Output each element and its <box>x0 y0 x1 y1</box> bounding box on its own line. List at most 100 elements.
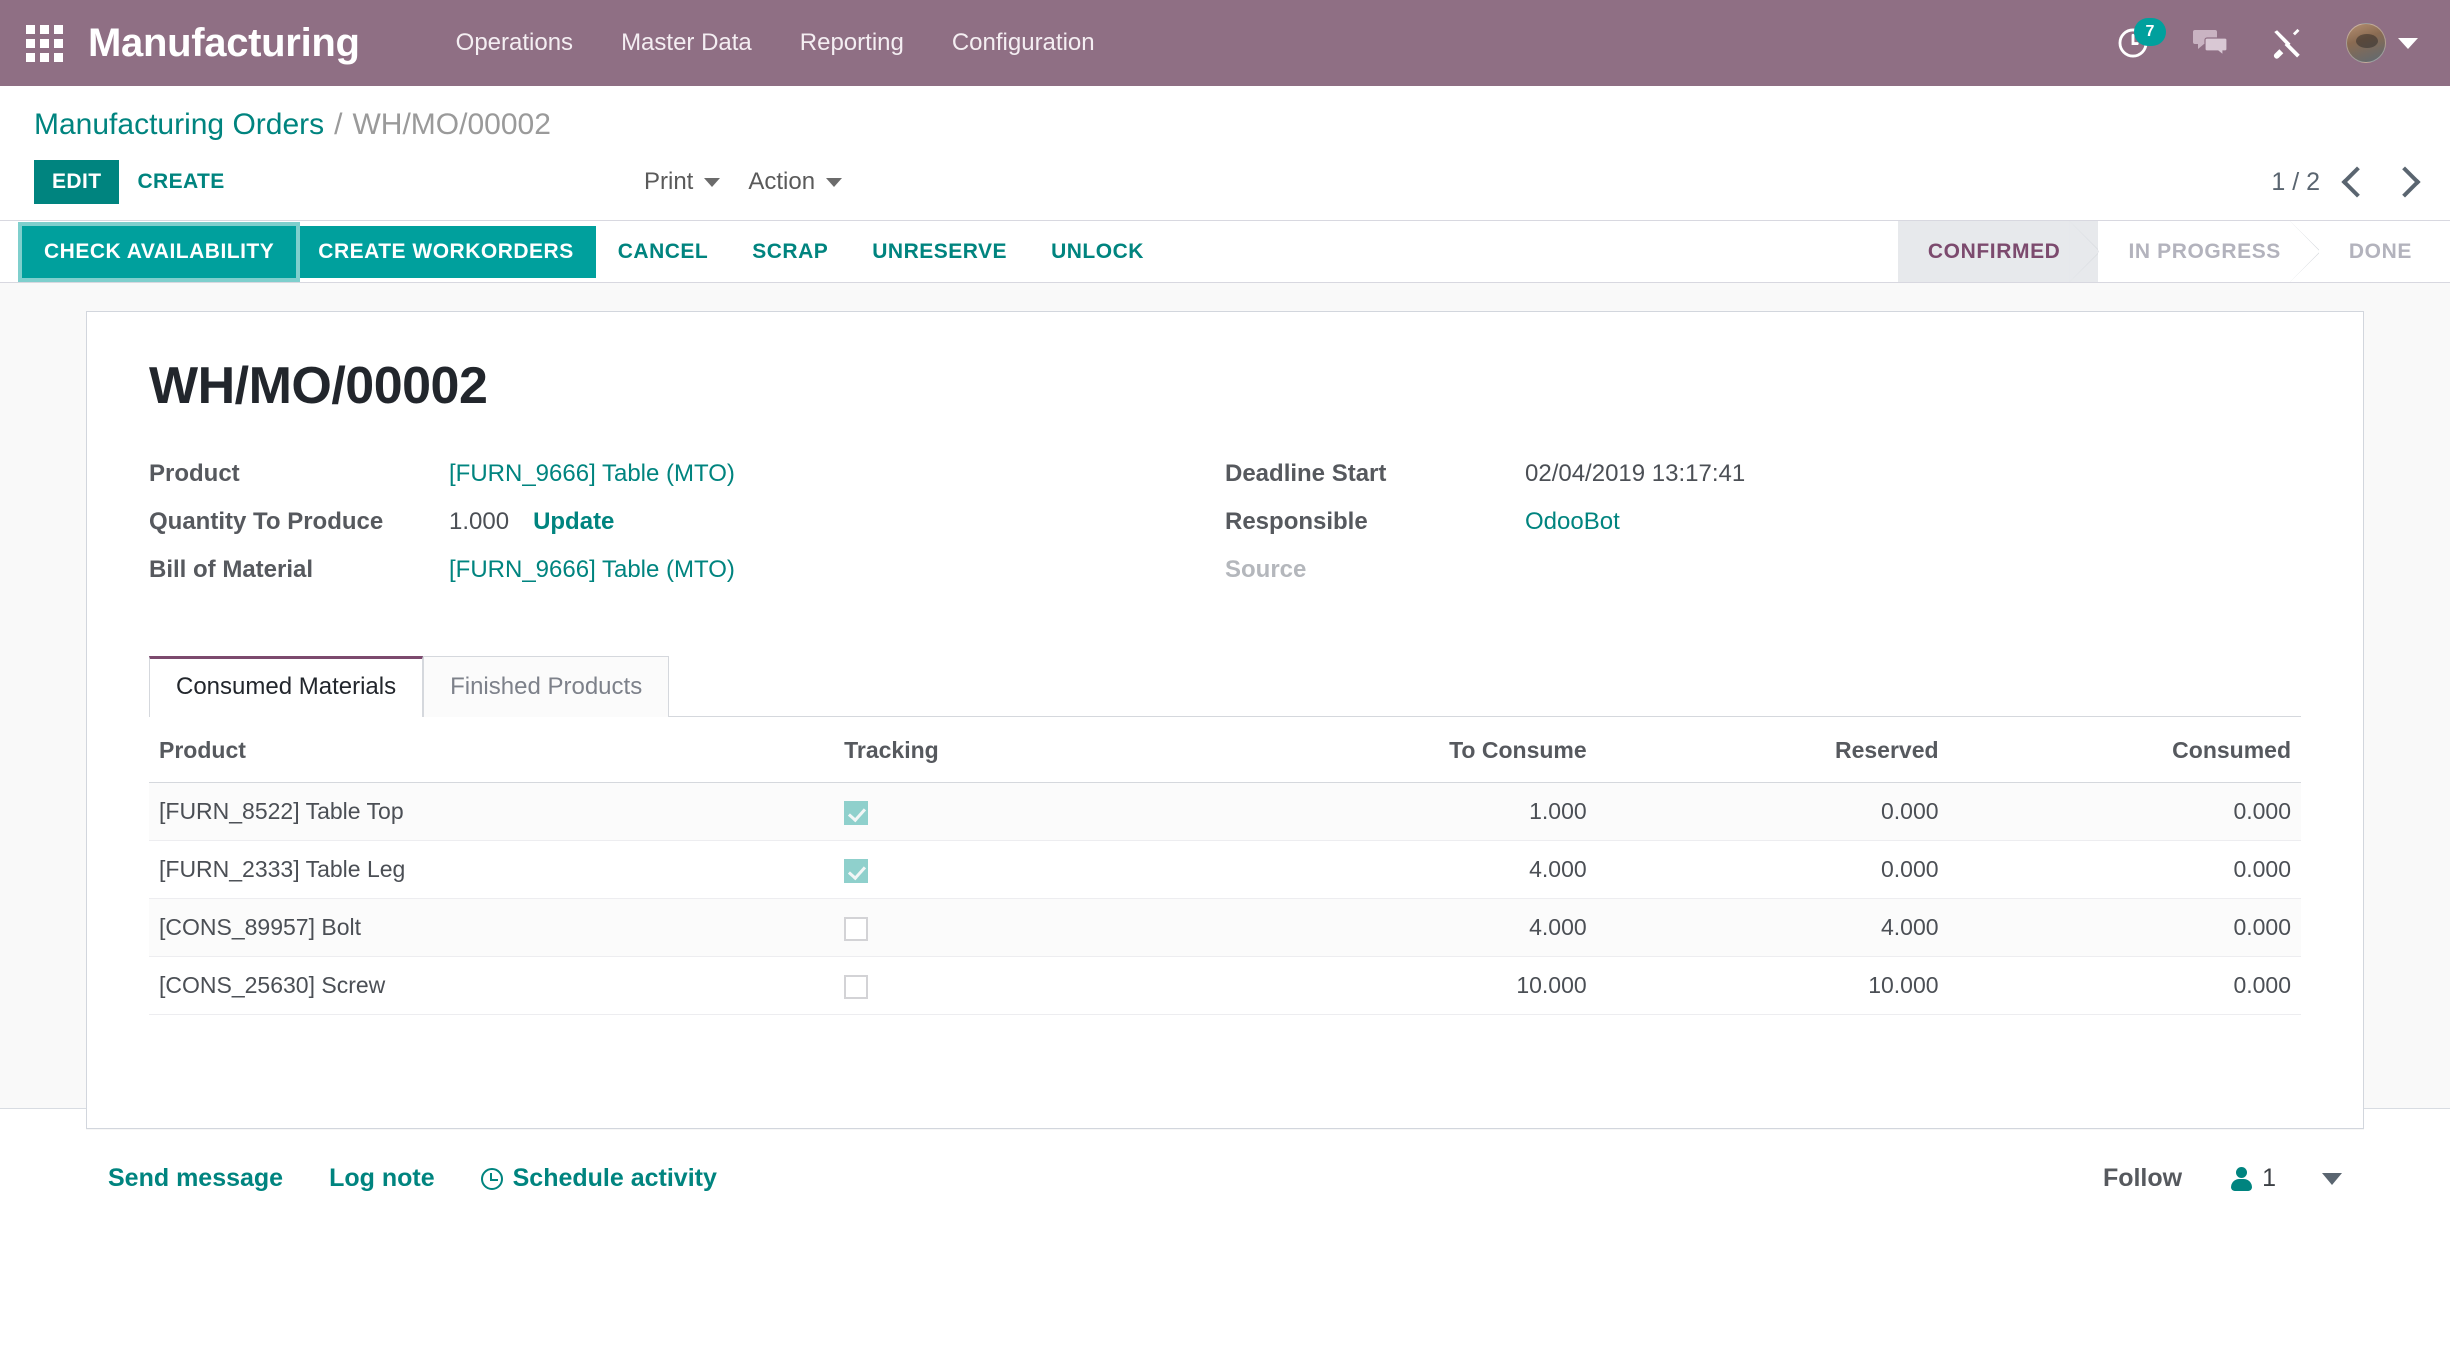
page-title: WH/MO/00002 <box>149 357 488 415</box>
edit-button[interactable]: EDIT <box>34 160 120 204</box>
field-label-bill-of-material: Bill of Material <box>149 556 314 583</box>
cell-tracking[interactable] <box>834 782 1244 841</box>
action-dropdown[interactable]: Action <box>748 168 843 196</box>
print-dropdown[interactable]: Print <box>644 168 721 196</box>
cell-product[interactable]: [FURN_8522] Table Top <box>149 782 835 841</box>
field-label-deadline-start: Deadline Start <box>1225 460 1387 487</box>
cell-tracking[interactable] <box>834 840 1244 899</box>
print-label: Print <box>644 168 694 195</box>
cell-reserved[interactable]: 10.000 <box>1596 956 1949 1015</box>
navbar-systray: 7 <box>2116 18 2424 63</box>
field-quantity-to-produce: Quantity To Produce 1.000 Update <box>149 508 1225 556</box>
table-header: Product Tracking To Consume Reserved Con… <box>149 717 2301 783</box>
breadcrumb-root-link[interactable]: Manufacturing Orders <box>34 108 324 142</box>
tracking-checkbox[interactable] <box>844 858 869 883</box>
tracking-checkbox[interactable] <box>844 800 869 825</box>
table-row[interactable]: [CONS_89957] Bolt 4.000 4.000 0.000 <box>149 898 2301 957</box>
check-availability-button[interactable]: CHECK AVAILABILITY <box>17 221 301 282</box>
tools-icon <box>2273 28 2300 59</box>
app-brand-title[interactable]: Manufacturing <box>88 21 360 66</box>
pager-counter[interactable]: 1 / 2 <box>2271 168 2320 197</box>
developer-tools-button[interactable] <box>2270 26 2304 60</box>
create-workorders-button[interactable]: CREATE WORKORDERS <box>296 225 596 278</box>
cell-to-consume[interactable]: 4.000 <box>1243 840 1597 899</box>
record-pager: 1 / 2 <box>2271 166 2421 198</box>
apps-menu-button[interactable] <box>0 0 88 86</box>
follow-button[interactable]: Follow <box>2103 1164 2182 1193</box>
top-navbar: Manufacturing Operations Master Data Rep… <box>0 0 2450 86</box>
menu-item-operations[interactable]: Operations <box>432 17 597 69</box>
schedule-activity-label: Schedule activity <box>512 1164 717 1192</box>
cell-consumed[interactable]: 0.000 <box>1948 956 2301 1015</box>
field-value-product[interactable]: [FURN_9666] Table (MTO) <box>449 460 735 488</box>
send-message-label: Send message <box>108 1164 284 1192</box>
form-body: WH/MO/00002 Product [FURN_9666] Table (M… <box>0 283 2450 1129</box>
column-header-reserved[interactable]: Reserved <box>1596 717 1949 783</box>
tab-finished-products[interactable]: Finished Products <box>423 656 670 717</box>
cell-tracking[interactable] <box>834 956 1244 1015</box>
control-panel: Manufacturing Orders / WH/MO/00002 EDIT … <box>0 86 2450 221</box>
cell-to-consume[interactable]: 10.000 <box>1243 956 1597 1015</box>
cell-consumed[interactable]: 0.000 <box>1948 782 2301 841</box>
cell-reserved[interactable]: 0.000 <box>1596 840 1949 899</box>
field-value-responsible[interactable]: OdooBot <box>1525 508 1620 536</box>
menu-item-reporting[interactable]: Reporting <box>776 17 928 69</box>
cell-reserved[interactable]: 4.000 <box>1596 898 1949 957</box>
stage-confirmed[interactable]: CONFIRMED <box>1897 221 2099 282</box>
chevron-down-icon[interactable] <box>2322 1172 2342 1185</box>
field-value-bill-of-material[interactable]: [FURN_9666] Table (MTO) <box>449 556 735 584</box>
table-row[interactable]: [CONS_25630] Screw 10.000 10.000 0.000 <box>149 956 2301 1015</box>
column-header-tracking[interactable]: Tracking <box>834 717 1244 783</box>
cancel-button[interactable]: CANCEL <box>596 226 731 278</box>
table-row[interactable]: [FURN_8522] Table Top 1.000 0.000 0.000 <box>149 782 2301 841</box>
update-quantity-link[interactable]: Update <box>533 508 614 536</box>
chevron-right-icon[interactable] <box>2389 166 2421 198</box>
column-header-consumed[interactable]: Consumed <box>1948 717 2301 783</box>
tab-consumed-materials[interactable]: Consumed Materials <box>149 656 424 717</box>
field-value-quantity-to-produce: 1.000 <box>449 508 510 535</box>
cell-to-consume[interactable]: 4.000 <box>1243 898 1597 957</box>
menu-item-configuration[interactable]: Configuration <box>928 17 1119 69</box>
chatter-footer: Send message Log note Schedule activity … <box>0 1108 2450 1248</box>
schedule-activity-button[interactable]: Schedule activity <box>480 1164 717 1193</box>
cell-product[interactable]: [CONS_25630] Screw <box>149 956 835 1015</box>
log-note-button[interactable]: Log note <box>329 1164 435 1193</box>
control-panel-actions: EDIT CREATE Print Action 1 / 2 <box>34 142 2421 220</box>
cell-tracking[interactable] <box>834 898 1244 957</box>
cell-to-consume[interactable]: 1.000 <box>1243 782 1597 841</box>
table-row[interactable]: [FURN_2333] Table Leg 4.000 0.000 0.000 <box>149 840 2301 899</box>
followers-button[interactable]: 1 <box>2228 1164 2276 1193</box>
activities-count-badge: 7 <box>2134 18 2166 46</box>
field-product: Product [FURN_9666] Table (MTO) <box>149 460 1225 508</box>
menu-item-master-data[interactable]: Master Data <box>597 17 776 69</box>
chevron-down-icon[interactable] <box>2398 37 2418 49</box>
send-message-button[interactable]: Send message <box>108 1164 283 1193</box>
stage-done[interactable]: DONE <box>2318 221 2450 282</box>
messaging-menu-button[interactable] <box>2192 27 2228 59</box>
table-body: [FURN_8522] Table Top 1.000 0.000 0.000 … <box>149 782 2301 1015</box>
form-fields: Product [FURN_9666] Table (MTO) Quantity… <box>149 460 2301 604</box>
user-menu-button[interactable] <box>2346 23 2418 63</box>
chat-bubbles-icon <box>2193 30 2228 57</box>
column-header-product[interactable]: Product <box>149 717 835 783</box>
apps-grid-icon <box>25 24 63 62</box>
cell-product[interactable]: [CONS_89957] Bolt <box>149 898 835 957</box>
chevron-left-icon[interactable] <box>2341 166 2373 198</box>
followers-count: 1 <box>2262 1164 2276 1192</box>
cell-consumed[interactable]: 0.000 <box>1948 840 2301 899</box>
tracking-checkbox[interactable] <box>844 916 869 941</box>
cell-consumed[interactable]: 0.000 <box>1948 898 2301 957</box>
activities-menu-button[interactable]: 7 <box>2116 18 2166 60</box>
stage-in-progress[interactable]: IN PROGRESS <box>2098 221 2319 282</box>
field-label-source: Source <box>1225 556 1307 583</box>
scrap-button[interactable]: SCRAP <box>730 226 850 278</box>
tracking-checkbox[interactable] <box>844 974 869 999</box>
unreserve-button[interactable]: UNRESERVE <box>850 226 1029 278</box>
chatter-followers: Follow 1 <box>2103 1164 2342 1193</box>
unlock-button[interactable]: UNLOCK <box>1029 226 1166 278</box>
field-responsible: Responsible OdooBot <box>1225 508 2301 556</box>
create-button[interactable]: CREATE <box>119 160 242 204</box>
cell-reserved[interactable]: 0.000 <box>1596 782 1949 841</box>
column-header-to-consume[interactable]: To Consume <box>1243 717 1597 783</box>
cell-product[interactable]: [FURN_2333] Table Leg <box>149 840 835 899</box>
